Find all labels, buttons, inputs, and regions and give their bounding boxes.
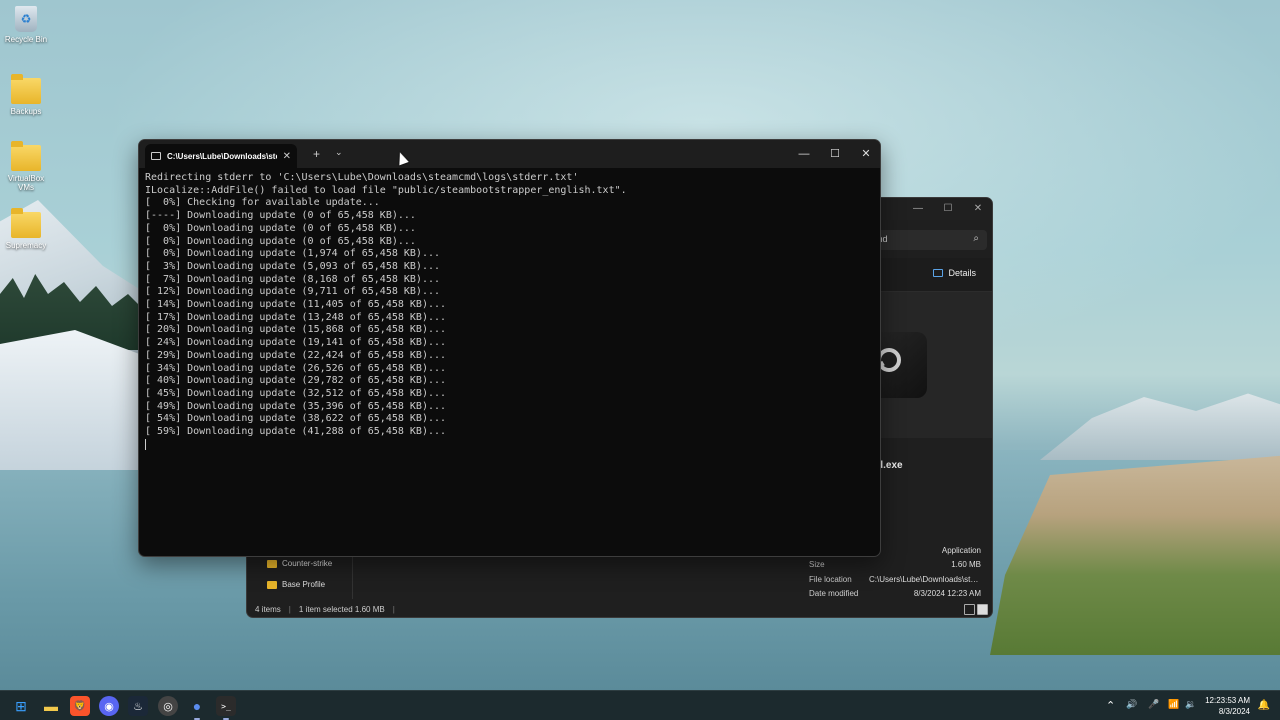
tiles-view-button[interactable] (977, 604, 988, 615)
desktop-icon-virtualbox-vms[interactable]: VirtualBox VMs (2, 141, 50, 192)
view-toggle (964, 604, 988, 615)
details-view-button[interactable] (964, 604, 975, 615)
property-date-modified: Date modified 8/3/2024 12:23 AM (809, 589, 981, 598)
details-pane-icon (933, 269, 944, 277)
desktop-icon-label: Backups (10, 107, 42, 116)
property-file-location: File location C:\Users\Lube\Downloads\st… (809, 575, 981, 584)
start-button[interactable]: ⊞ (11, 696, 31, 716)
tray-speaker-icon[interactable]: 🔊 (1126, 699, 1137, 710)
steam-icon: ♨ (133, 700, 143, 713)
explorer-nav-pane: Counter-strike Base Profile (247, 553, 352, 599)
terminal-maximize-button[interactable]: ☐ (826, 146, 844, 162)
property-value: Application (941, 546, 981, 555)
desktop-icon-label: VirtualBox VMs (7, 174, 45, 192)
taskbar: ⊞ ▬ 🦁 ◉ ♨ ◎ ● >_ ⌃ 🔊 🎤 📶 🔉 12:23:53 AM 8… (0, 690, 1280, 720)
terminal-cursor (145, 438, 146, 450)
terminal-output-text: Redirecting stderr to 'C:\Users\Lube\Dow… (145, 172, 627, 438)
search-icon: ⌕ (973, 233, 979, 244)
folder-icon (267, 580, 277, 589)
file-explorer-icon: ▬ (44, 698, 58, 714)
folder-icon (11, 208, 41, 238)
taskbar-discord[interactable]: ◉ (99, 696, 119, 716)
obs-icon: ◎ (163, 700, 173, 713)
nav-item-label: Base Profile (282, 580, 326, 589)
terminal-window[interactable]: C:\Users\Lube\Downloads\ste ✕ + ⌄ — ☐ ✕ … (138, 139, 881, 557)
taskbar-obs[interactable]: ◎ (158, 696, 178, 716)
folder-icon (11, 74, 41, 104)
tray-overflow-chevron-icon[interactable]: ⌃ (1106, 699, 1115, 712)
clock-time: 12:23:53 AM (1205, 696, 1250, 705)
terminal-close-button[interactable]: ✕ (857, 146, 875, 162)
terminal-output[interactable]: Redirecting stderr to 'C:\Users\Lube\Dow… (145, 172, 874, 550)
wallpaper-trees (0, 274, 160, 350)
property-label: File location (809, 575, 852, 584)
explorer-minimize-button[interactable]: — (911, 202, 925, 216)
terminal-tab-title: C:\Users\Lube\Downloads\ste (167, 151, 277, 161)
status-item-count: 4 items (255, 605, 281, 614)
nav-item-counter-strike[interactable]: Counter-strike (267, 559, 332, 568)
console-icon (151, 152, 161, 160)
taskbar-clock[interactable]: 12:23:53 AM 8/3/2024 (1205, 695, 1250, 717)
tab-dropdown-button[interactable]: ⌄ (335, 147, 343, 158)
clock-date: 8/3/2024 (1218, 707, 1250, 716)
terminal-minimize-button[interactable]: — (795, 146, 813, 162)
taskbar-app-blue[interactable]: ● (187, 696, 207, 720)
details-button-label: Details (948, 268, 976, 278)
property-label: Size (809, 560, 825, 569)
wifi-icon[interactable]: 📶 (1168, 699, 1179, 710)
explorer-maximize-button[interactable]: ☐ (941, 202, 955, 216)
folder-icon (11, 141, 41, 171)
desktop-icon-recycle-bin[interactable]: ♻ Recycle Bin (2, 6, 50, 44)
property-size: Size 1.60 MB (809, 560, 981, 569)
folder-icon (267, 559, 277, 568)
discord-icon: ◉ (104, 700, 114, 713)
desktop-icon-label: Supremacy (5, 241, 47, 250)
tray-microphone-icon[interactable]: 🎤 (1148, 699, 1159, 710)
taskbar-terminal[interactable]: >_ (216, 696, 236, 720)
notification-bell-icon[interactable]: 🔔 (1258, 700, 1270, 711)
status-separator: | (288, 605, 291, 614)
terminal-titlebar[interactable]: C:\Users\Lube\Downloads\ste ✕ + ⌄ — ☐ ✕ (139, 140, 880, 168)
wallpaper-mountain-right (1040, 393, 1280, 460)
explorer-search-input[interactable]: md ⌕ (867, 230, 987, 250)
windows-icon: ⊞ (15, 697, 27, 714)
status-selection: 1 item selected 1.60 MB (298, 605, 385, 614)
explorer-close-button[interactable]: ✕ (971, 202, 985, 216)
nav-divider (352, 553, 353, 599)
terminal-icon: >_ (221, 701, 231, 711)
taskbar-file-explorer[interactable]: ▬ (41, 696, 61, 716)
status-separator: | (392, 605, 395, 614)
taskbar-steam[interactable]: ♨ (128, 696, 148, 716)
new-tab-button[interactable]: + (313, 147, 320, 161)
recycle-bin-icon: ♻ (15, 6, 37, 32)
wallpaper-field (990, 455, 1280, 655)
brave-icon: 🦁 (73, 700, 87, 712)
property-value: 8/3/2024 12:23 AM (913, 589, 981, 598)
volume-icon[interactable]: 🔉 (1185, 699, 1196, 710)
details-button[interactable]: Details (933, 268, 976, 278)
tab-close-button[interactable]: ✕ (283, 151, 291, 162)
desktop-icon-label: Recycle Bin (4, 35, 48, 44)
property-value: C:\Users\Lube\Downloads\ste... (869, 575, 981, 584)
nav-item-label: Counter-strike (282, 559, 333, 568)
property-label: Date modified (809, 589, 859, 598)
nav-item-base-profile[interactable]: Base Profile (267, 580, 325, 589)
taskbar-brave[interactable]: 🦁 (70, 696, 90, 716)
desktop-icon-backups[interactable]: Backups (2, 74, 50, 116)
desktop-icon-supremacy[interactable]: Supremacy (2, 208, 50, 250)
app-orb-icon: ● (192, 698, 202, 714)
explorer-status-bar: 4 items | 1 item selected 1.60 MB | (247, 602, 992, 617)
terminal-tab[interactable]: C:\Users\Lube\Downloads\ste ✕ (145, 144, 297, 168)
property-value: 1.60 MB (951, 560, 981, 569)
